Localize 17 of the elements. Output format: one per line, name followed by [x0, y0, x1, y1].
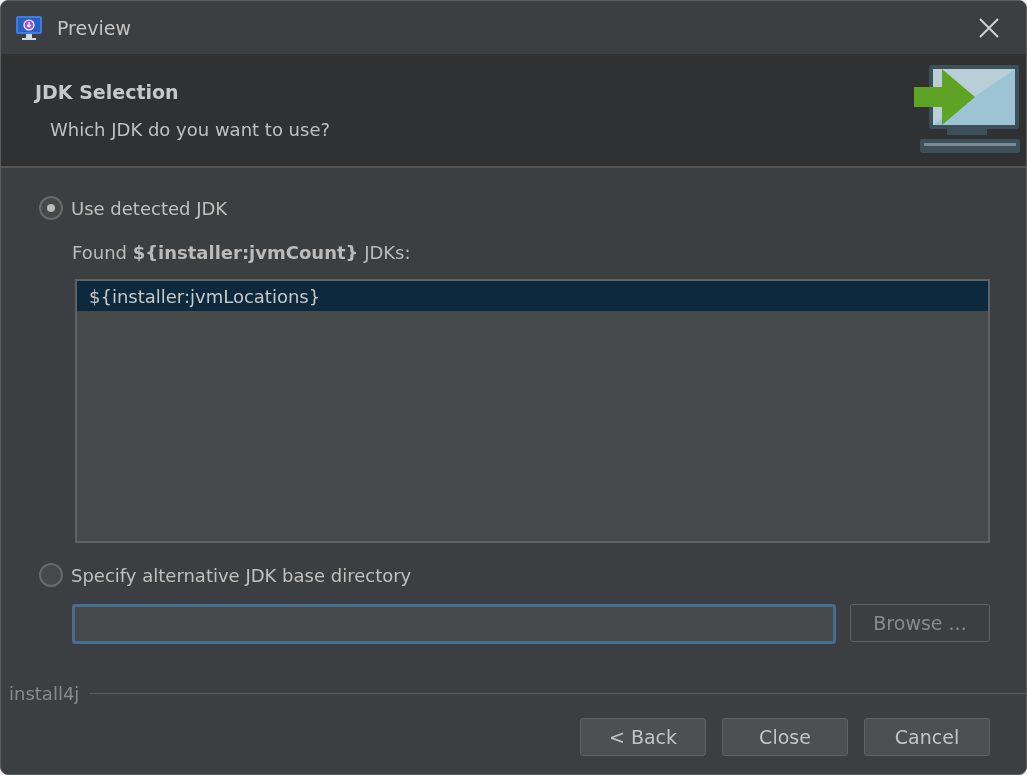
- computer-arrow-icon: [914, 65, 1022, 155]
- radio-button[interactable]: [39, 196, 63, 220]
- list-item[interactable]: ${installer:jvmLocations}: [77, 281, 988, 311]
- dialog-button[interactable]: Close: [722, 718, 848, 756]
- brand-label: install4j: [8, 683, 80, 704]
- radio-label: Use detected JDK: [71, 197, 228, 219]
- directory-field[interactable]: [72, 604, 836, 644]
- window-title: Preview: [57, 16, 132, 39]
- page-subtitle: Which JDK do you want to use?: [50, 118, 332, 140]
- close-icon[interactable]: [978, 16, 1000, 39]
- monitor-icon: [15, 14, 43, 41]
- radio-button[interactable]: [39, 563, 63, 587]
- dialog-button[interactable]: Cancel: [864, 718, 990, 756]
- page-title: JDK Selection: [35, 80, 180, 103]
- radio-label: Specify alternative JDK base directory: [71, 564, 412, 586]
- found-label: Found ${installer:jvmCount} JDKs:: [72, 242, 412, 263]
- dialog-button[interactable]: < Back: [580, 718, 706, 756]
